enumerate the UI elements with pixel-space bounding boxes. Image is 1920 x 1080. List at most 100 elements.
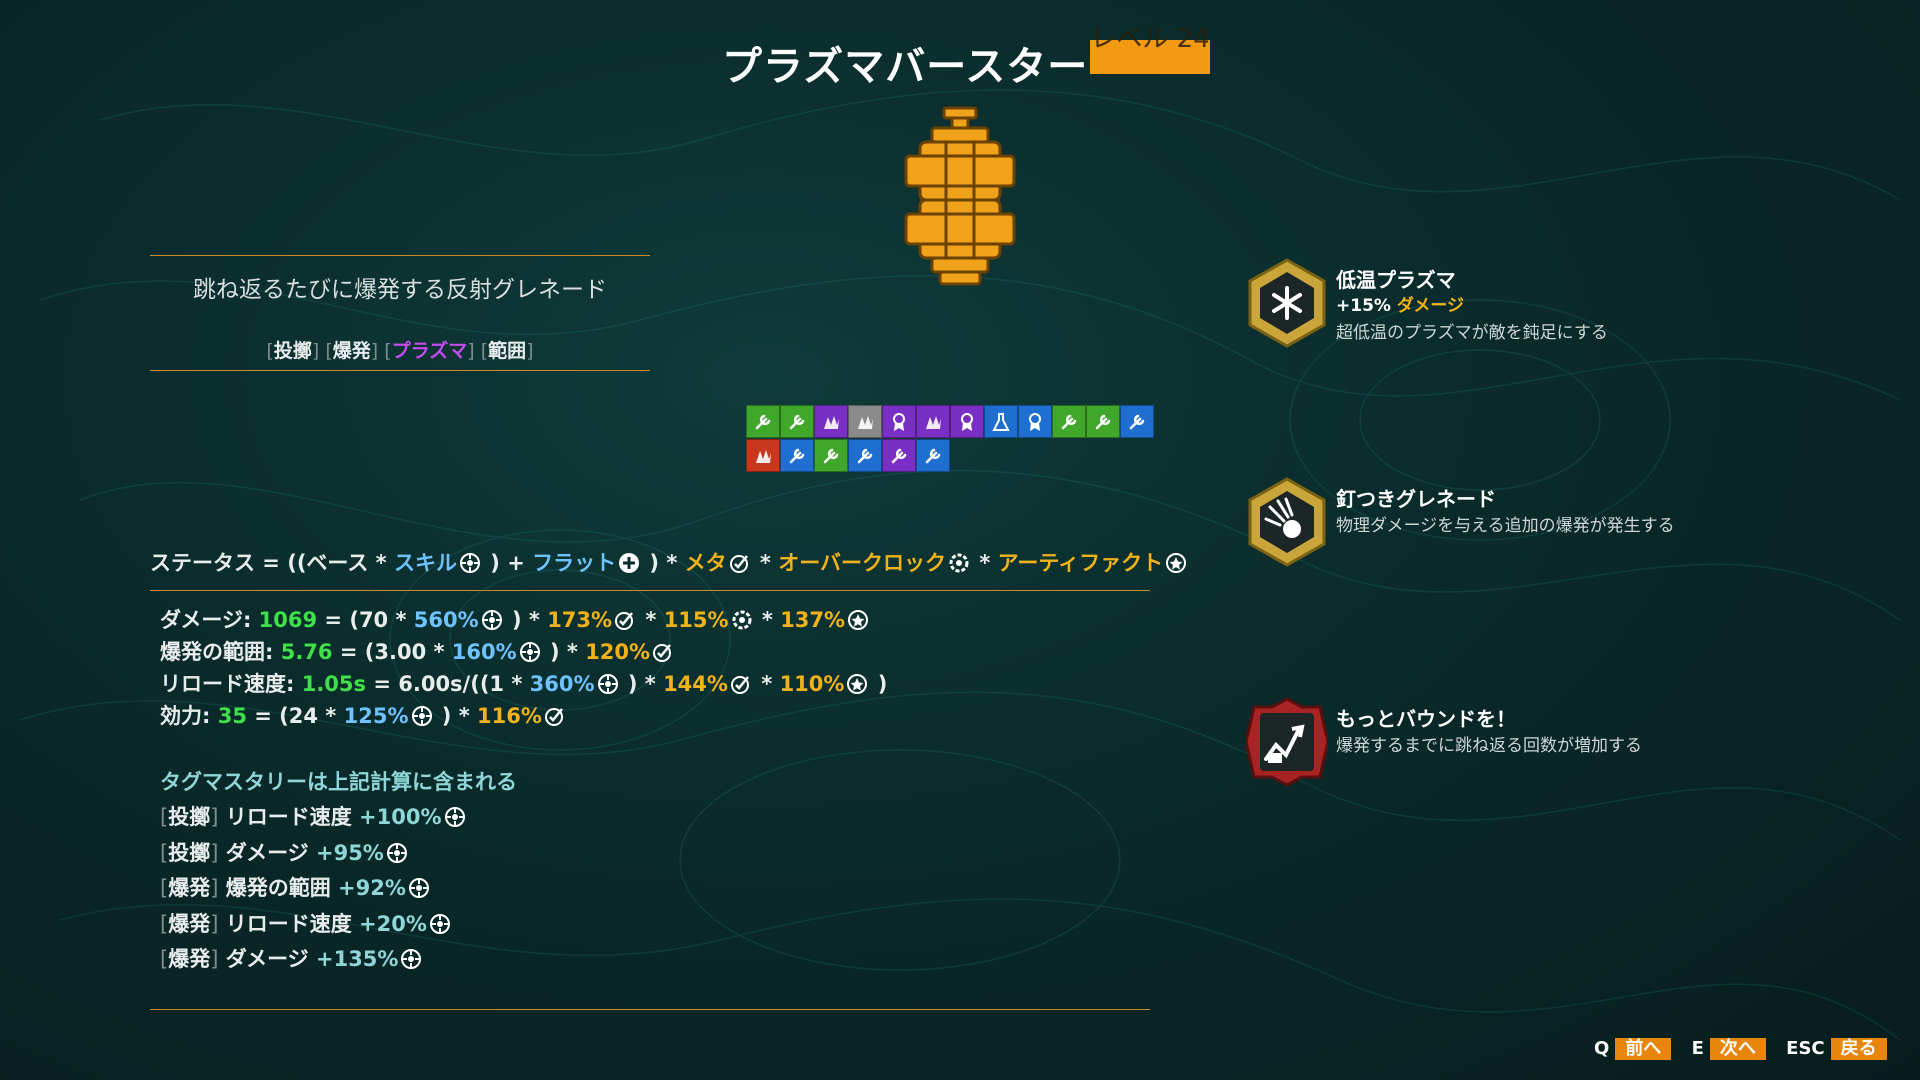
skill-target-icon xyxy=(459,552,481,574)
skill-medal-icon[interactable] xyxy=(1018,405,1052,438)
next-key-label: E xyxy=(1691,1038,1704,1059)
skill-claw-icon[interactable] xyxy=(814,405,848,438)
formula-flat: フラット xyxy=(532,551,617,575)
divider xyxy=(150,590,1150,591)
mastery-line: [投擲] ダメージ +95% xyxy=(160,836,468,872)
skill-wrench-icon[interactable] xyxy=(1086,405,1120,438)
skill-target-icon xyxy=(400,946,422,969)
plasma-grenade-icon xyxy=(904,106,1016,286)
skill-flask-icon[interactable] xyxy=(984,405,1018,438)
perk-title: もっとバウンドを！ xyxy=(1336,707,1516,731)
skill-target-icon xyxy=(597,672,619,694)
stat-potency: 効力: 35 = (24 * 125% ) * 116% xyxy=(160,700,887,732)
tag-list: [投擲] [爆発] [プラズマ] [範囲] xyxy=(150,336,650,363)
description-panel: 跳ね返るたびに爆発する反射グレネード [投擲] [爆発] [プラズマ] [範囲] xyxy=(150,255,650,371)
meta-check-icon xyxy=(729,552,751,574)
perk-title: 低温プラズマ xyxy=(1336,268,1456,292)
meta-check-icon xyxy=(544,704,566,726)
bounce-icon xyxy=(1246,697,1328,787)
perk-description: 物理ダメージを与える追加の爆発が発生する xyxy=(1336,516,1675,536)
mastery-line: [投擲] リロード速度 +100% xyxy=(160,800,468,836)
meta-check-icon xyxy=(730,672,752,694)
skill-medal-icon[interactable] xyxy=(950,405,984,438)
skill-row-2 xyxy=(746,439,1156,473)
formula-meta: メタ xyxy=(684,551,727,575)
mastery-line: [爆発] 爆発の範囲 +92% xyxy=(160,871,468,907)
skill-target-icon xyxy=(386,840,408,863)
perk-cryo-plasma[interactable]: 低温プラズマ +15% ダメージ 超低温のプラズマが敵を鈍足にする xyxy=(1246,258,1806,348)
next-button[interactable]: 次へ xyxy=(1709,1038,1766,1060)
skill-target-icon xyxy=(411,704,433,726)
formula-text: ) * xyxy=(642,551,685,575)
meta-check-icon xyxy=(652,640,674,662)
formula-text: = ((ベース * xyxy=(255,551,394,575)
artifact-star-icon xyxy=(1165,552,1187,574)
skill-wrench-icon[interactable] xyxy=(848,439,882,472)
footer-nav: Q 前へ E 次へ ESC 戻る xyxy=(1580,1038,1887,1064)
skill-row-1 xyxy=(746,405,1156,439)
perk-bonus: +15% ダメージ xyxy=(1336,296,1465,316)
overclock-gear-icon xyxy=(948,552,970,574)
skill-wrench-icon[interactable] xyxy=(814,439,848,472)
perk-nail-grenade[interactable]: 釘つきグレネード 物理ダメージを与える追加の爆発が発生する xyxy=(1246,477,1806,567)
formula-text: ) + xyxy=(482,551,533,575)
skill-wrench-icon[interactable] xyxy=(1052,405,1086,438)
mastery-line: [爆発] ダメージ +135% xyxy=(160,942,468,978)
skill-claw-icon[interactable] xyxy=(746,439,780,472)
flat-plus-icon xyxy=(618,552,640,574)
tag-mastery-title: タグマスタリーは上記計算に含まれる xyxy=(160,770,517,794)
skill-target-icon xyxy=(408,875,430,898)
tag-throw: [投擲] xyxy=(266,340,320,362)
skill-wrench-icon[interactable] xyxy=(780,439,814,472)
skill-claw-icon[interactable] xyxy=(916,405,950,438)
snowflake-icon xyxy=(1248,258,1326,348)
skill-claw-icon[interactable] xyxy=(848,405,882,438)
ability-description: 跳ね返るたびに爆発する反射グレネード xyxy=(193,277,607,303)
skill-icon-grid xyxy=(746,405,1156,473)
skill-target-icon xyxy=(444,804,466,827)
overclock-gear-icon xyxy=(731,608,753,630)
stat-damage: ダメージ: 1069 = (70 * 560% ) * 173% * 115% … xyxy=(160,604,887,636)
formula-overclock: オーバークロック xyxy=(778,551,947,575)
perk-more-bounce[interactable]: もっとバウンドを！ 爆発するまでに跳ね返る回数が増加する xyxy=(1246,697,1806,787)
tag-mastery-list: [投擲] リロード速度 +100% [投擲] ダメージ +95% [爆発] 爆発… xyxy=(160,800,468,978)
skill-target-icon xyxy=(519,640,541,662)
perk-description: 爆発するまでに跳ね返る回数が増加する xyxy=(1336,736,1642,756)
skill-target-icon xyxy=(481,608,503,630)
artifact-star-icon xyxy=(846,672,868,694)
skill-target-icon xyxy=(429,911,451,934)
meta-check-icon xyxy=(614,608,636,630)
nail-burst-icon xyxy=(1248,477,1326,567)
stat-blast-radius: 爆発の範囲: 5.76 = (3.00 * 160% ) * 120% xyxy=(160,636,887,668)
page-title: プラズマバースター xyxy=(722,44,1089,90)
formula-text: * xyxy=(752,551,779,575)
tag-area: [範囲] xyxy=(480,340,534,362)
tag-plasma: [プラズマ] xyxy=(384,340,475,362)
skill-wrench-icon[interactable] xyxy=(1120,405,1154,438)
stat-formula: ステータス = ((ベース * スキル ) + フラット ) * メタ * オー… xyxy=(150,547,1189,577)
level-badge: レベル 24 xyxy=(1090,24,1210,74)
skill-wrench-icon[interactable] xyxy=(780,405,814,438)
stat-reload-speed: リロード速度: 1.05s = 6.00s/((1 * 360% ) * 144… xyxy=(160,672,888,696)
back-key-label: ESC xyxy=(1786,1038,1825,1059)
skill-wrench-icon[interactable] xyxy=(882,439,916,472)
artifact-star-icon xyxy=(847,608,869,630)
tag-explosion: [爆発] xyxy=(325,340,379,362)
stat-breakdown: ダメージ: 1069 = (70 * 560% ) * 173% * 115% … xyxy=(160,604,887,732)
skill-medal-icon[interactable] xyxy=(882,405,916,438)
mastery-line: [爆発] リロード速度 +20% xyxy=(160,907,468,943)
back-button[interactable]: 戻る xyxy=(1830,1038,1887,1060)
perk-description: 超低温のプラズマが敵を鈍足にする xyxy=(1336,323,1608,343)
header: プラズマバースター レベル 24 xyxy=(0,24,1920,90)
formula-status: ステータス xyxy=(150,551,255,575)
skill-wrench-icon[interactable] xyxy=(746,405,780,438)
level-label: レベル 24 xyxy=(1090,24,1210,54)
formula-text: * xyxy=(972,551,998,575)
formula-skill: スキル xyxy=(393,551,457,575)
prev-key-label: Q xyxy=(1594,1038,1610,1059)
divider xyxy=(150,1009,1150,1010)
prev-button[interactable]: 前へ xyxy=(1615,1038,1672,1060)
formula-artifact: アーティファクト xyxy=(997,551,1164,575)
perk-title: 釘つきグレネード xyxy=(1336,487,1496,511)
skill-wrench-icon[interactable] xyxy=(916,439,950,472)
